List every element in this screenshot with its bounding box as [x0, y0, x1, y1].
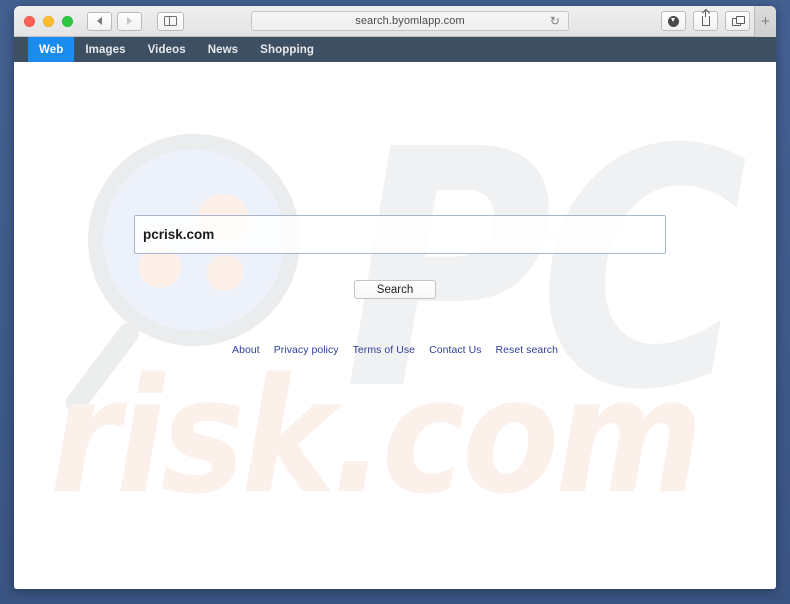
chevron-right-icon [127, 17, 132, 25]
page-content: PC risk.com Search About Privacy policy … [14, 62, 776, 589]
share-button[interactable] [693, 10, 718, 31]
show-sidebar-button[interactable] [157, 11, 184, 31]
footer-link-about[interactable]: About [232, 344, 260, 356]
address-bar[interactable]: search.byomlapp.com ↻ [251, 11, 569, 31]
browser-window: search.byomlapp.com ↻ + Web Images Video… [14, 6, 776, 589]
close-window-button[interactable] [24, 15, 35, 27]
window-traffic-lights [24, 15, 73, 27]
nav-item-videos[interactable]: Videos [137, 37, 197, 62]
minimize-window-button[interactable] [43, 15, 54, 27]
tab-overview-button[interactable] [725, 11, 750, 31]
nav-item-news[interactable]: News [197, 37, 249, 62]
navigation-buttons [87, 11, 184, 31]
share-icon [701, 10, 710, 26]
watermark-pc-text: PC [344, 80, 748, 463]
tabs-icon [732, 15, 745, 26]
sidebar-icon [164, 15, 177, 27]
nav-item-web[interactable]: Web [28, 37, 75, 62]
toolbar-right-buttons [661, 10, 750, 31]
site-category-nav: Web Images Videos News Shopping [14, 37, 776, 62]
reload-icon[interactable]: ↻ [550, 15, 560, 27]
downloads-button[interactable] [661, 11, 686, 31]
magnifier-watermark-icon [61, 122, 323, 422]
browser-toolbar: search.byomlapp.com ↻ + [14, 6, 776, 37]
chevron-left-icon [97, 17, 102, 25]
footer-link-privacy[interactable]: Privacy policy [274, 344, 339, 356]
back-button[interactable] [87, 11, 112, 31]
lens-blob-3 [207, 255, 243, 291]
footer-link-contact[interactable]: Contact Us [429, 344, 481, 356]
search-button[interactable]: Search [354, 280, 436, 299]
forward-button[interactable] [117, 11, 142, 31]
nav-item-shopping[interactable]: Shopping [249, 37, 325, 62]
footer-link-reset-search[interactable]: Reset search [496, 344, 558, 356]
search-input[interactable] [134, 215, 666, 254]
footer-link-terms[interactable]: Terms of Use [353, 344, 415, 356]
nav-item-images[interactable]: Images [74, 37, 136, 62]
zoom-window-button[interactable] [62, 15, 73, 27]
new-tab-button[interactable]: + [754, 6, 776, 37]
magnifier-handle [61, 318, 144, 418]
download-icon [668, 15, 679, 27]
address-bar-url: search.byomlapp.com [355, 15, 465, 27]
footer-links: About Privacy policy Terms of Use Contac… [14, 344, 776, 356]
